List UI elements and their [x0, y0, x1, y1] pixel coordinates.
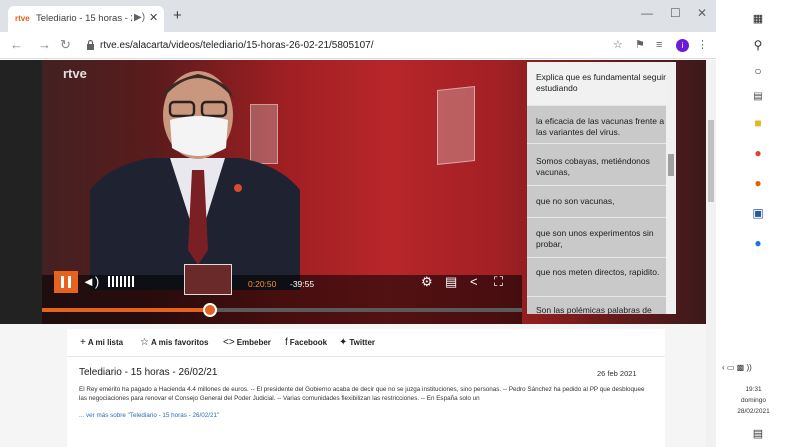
scroll-thumb[interactable] [708, 120, 714, 202]
remaining-time: -39:55 [290, 279, 315, 289]
file-explorer-icon[interactable]: ■ [750, 116, 766, 130]
share-icon[interactable]: < [470, 275, 478, 289]
task-view-icon[interactable]: ▤ [750, 90, 766, 104]
volume-icon[interactable]: ◄) [82, 274, 99, 290]
window-close-icon[interactable]: ✕ [697, 6, 707, 20]
volume-bar [120, 276, 122, 287]
preview-thumbnail [184, 264, 232, 295]
search-icon[interactable]: ⚲ [750, 38, 766, 52]
fullscreen-icon[interactable]: ⛶ [494, 275, 503, 289]
add-to-list-button[interactable]: + A mi lista [80, 337, 123, 349]
code-icon: <> [223, 337, 235, 348]
notification-icon[interactable]: ▤ [750, 427, 766, 441]
cortana-icon[interactable]: ○ [750, 64, 766, 78]
star-icon[interactable]: ☆ [613, 38, 623, 52]
twitter-icon: ✦ [339, 337, 348, 348]
embed-button[interactable]: <> Embeber [223, 337, 271, 349]
transcript-line[interactable]: que nos meten directos, rapidito. [527, 265, 668, 297]
transcript-line[interactable]: la eficacia de las vacunas frente a las … [527, 112, 668, 144]
transcript-line[interactable]: que no son vacunas, [527, 192, 668, 218]
playlist-icon[interactable]: ≡ [656, 38, 662, 52]
subtitles-icon[interactable]: ▤ [445, 275, 457, 289]
reload-icon[interactable]: ↻ [60, 38, 71, 52]
current-time: 0:20:50 [248, 279, 277, 289]
clock-time[interactable]: 19:31 [716, 386, 791, 394]
transcript-line[interactable]: Explica que es fundamental seguir estudi… [527, 62, 668, 106]
program-title: Telediario - 15 horas - 26/02/21 [79, 367, 218, 378]
volume-bar [112, 276, 114, 287]
twitter-share-button[interactable]: ✦ Twitter [339, 337, 375, 349]
tab-strip: rtve Telediario - 15 horas - 26/02 ▶) ✕ … [0, 0, 716, 32]
see-more-link[interactable]: ... ver más sobre "Telediario - 15 horas… [79, 411, 219, 420]
minimize-icon[interactable]: — [641, 6, 653, 20]
plus-icon: + [80, 337, 86, 348]
chrome-icon[interactable]: ● [750, 146, 766, 160]
firefox-icon[interactable]: ● [750, 176, 766, 190]
windows-start-icon[interactable]: ▦ [750, 12, 766, 26]
progress-fill [42, 308, 210, 312]
back-icon[interactable]: ← [10, 38, 23, 52]
menu-icon[interactable]: ⋮ [697, 38, 708, 52]
extensions-icon[interactable]: ⚑ [635, 38, 645, 52]
transcript-scrollbar[interactable] [666, 62, 676, 314]
address-bar[interactable]: rtve.es/alacarta/videos/telediario/15-ho… [82, 36, 604, 55]
settings-icon[interactable]: ⚙ [421, 275, 433, 289]
clock-date[interactable]: 28/02/2021 [716, 408, 791, 416]
browser-window: rtve Telediario - 15 horas - 26/02 ▶) ✕ … [0, 0, 716, 447]
progress-handle[interactable] [203, 303, 217, 317]
speaker-figure [90, 71, 300, 290]
transcript-panel[interactable]: Explica que es fundamental seguir estudi… [527, 62, 676, 314]
close-icon[interactable]: ✕ [149, 11, 158, 25]
program-date: 26 feb 2021 [597, 369, 637, 378]
facebook-icon: f [285, 337, 288, 348]
divider [67, 356, 665, 357]
program-description: El Rey emérito ha pagado a Hacienda 4.4 … [79, 386, 645, 402]
profile-avatar[interactable]: i [676, 39, 689, 52]
volume-bar [132, 276, 134, 287]
clock-day[interactable]: domingo [716, 397, 791, 405]
volume-bar [124, 276, 126, 287]
video-player[interactable]: rtve Explica que es fundamental seguir e… [0, 60, 706, 324]
video-left-shadow [0, 60, 42, 324]
page-scrollbar[interactable] [706, 60, 716, 447]
volume-bar [128, 276, 130, 287]
lock-icon [87, 39, 94, 50]
browser-toolbar: ← → ↻ rtve.es/alacarta/videos/telediario… [0, 32, 716, 59]
add-to-favorites-button[interactable]: ☆ A mis favoritos [140, 337, 208, 349]
scroll-thumb[interactable] [668, 154, 674, 176]
maximize-icon[interactable]: ☐ [670, 6, 681, 20]
transcript-line[interactable]: Son las polémicas palabras de [527, 305, 668, 314]
browser-tab[interactable]: rtve Telediario - 15 horas - 26/02 ▶) ✕ [8, 6, 164, 32]
tab-favicon: rtve [15, 14, 30, 23]
wall-plaque [437, 86, 475, 165]
star-icon: ☆ [140, 337, 149, 348]
transcript-line[interactable]: que son unos experimentos sin probar, [527, 226, 668, 258]
chrome-canary-icon[interactable]: ● [750, 236, 766, 250]
system-tray[interactable]: ‹ ▭ ▩ )) [722, 363, 752, 373]
volume-bar [108, 276, 110, 287]
pause-button[interactable] [54, 271, 78, 293]
rtve-watermark: rtve [63, 66, 87, 81]
forward-icon[interactable]: → [38, 38, 51, 52]
new-tab-icon[interactable]: + [173, 8, 182, 24]
address-text: rtve.es/alacarta/videos/telediario/15-ho… [100, 40, 374, 51]
tab-title: Telediario - 15 horas - 26/02 [36, 13, 132, 24]
transcript-line[interactable]: Somos cobayas, metiéndonos vacunas, [527, 152, 668, 186]
facebook-share-button[interactable]: f Facebook [285, 337, 327, 349]
volume-bar [116, 276, 118, 287]
audio-icon[interactable]: ▶) [134, 11, 145, 25]
word-icon[interactable]: ▣ [750, 206, 766, 220]
